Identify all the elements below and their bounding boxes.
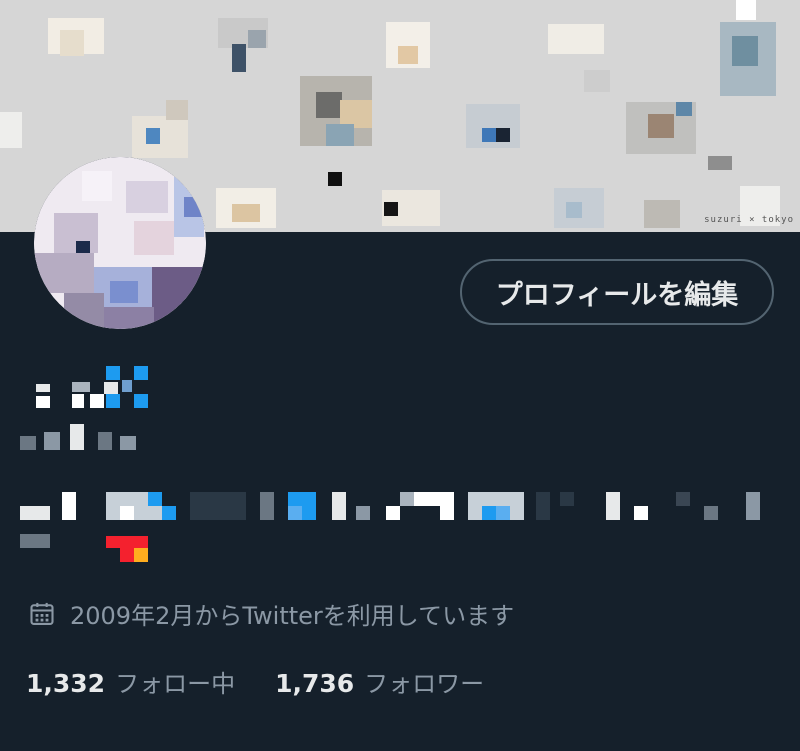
following-count: 1,332 [26,669,106,698]
followers-count: 1,736 [275,669,355,698]
follow-stats: 1,332 フォロー中 1,736 フォロワー [26,664,484,699]
username-handle [20,424,140,454]
avatar[interactable] [34,157,206,329]
edit-profile-button[interactable]: プロフィールを編集 [460,259,774,325]
display-name [30,366,150,410]
banner-caption: suzuri × tokyo [704,215,794,225]
followers-link[interactable]: 1,736 フォロワー [275,664,484,699]
following-label: フォロー中 [115,670,236,698]
following-link[interactable]: 1,332 フォロー中 [26,664,235,699]
profile-bio [20,490,770,566]
joined-date-text: 2009年2月からTwitterを利用しています [70,602,515,630]
calendar-icon [30,602,54,625]
joined-date: 2009年2月からTwitterを利用しています [28,596,514,631]
edit-profile-label: プロフィールを編集 [495,279,739,311]
avatar-image [34,157,206,329]
followers-label: フォロワー [364,670,485,698]
